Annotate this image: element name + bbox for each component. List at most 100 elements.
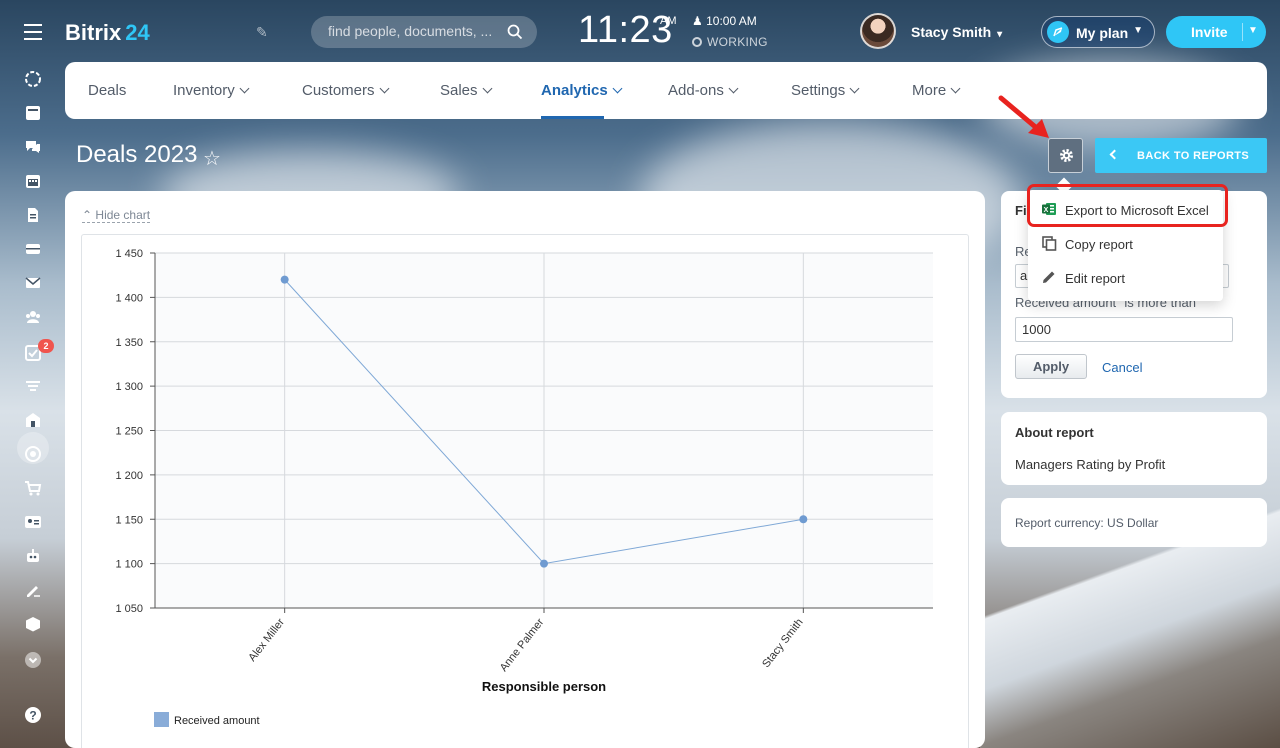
data-point xyxy=(540,559,548,568)
apply-button[interactable]: Apply xyxy=(1015,354,1087,379)
tab-deals[interactable]: Deals xyxy=(88,82,126,99)
robot-icon[interactable] xyxy=(22,545,44,567)
box-icon[interactable] xyxy=(22,613,44,635)
amount-filter-input[interactable] xyxy=(1015,317,1233,342)
work-status-label: WORKING xyxy=(707,35,768,49)
tab-analytics[interactable]: Analytics xyxy=(541,82,623,99)
chevron-down-icon xyxy=(728,83,739,94)
bell-icon: ♟ xyxy=(692,14,707,28)
alarm-label: 10:00 AM xyxy=(706,14,757,28)
user-name: Stacy Smith xyxy=(911,24,992,40)
search-input[interactable] xyxy=(328,23,498,39)
tab-add-ons[interactable]: Add-ons xyxy=(668,82,739,99)
more-chevron-icon[interactable] xyxy=(22,649,44,671)
clock-ampm: AM xyxy=(660,15,677,27)
tab-label: Settings xyxy=(791,82,846,99)
search-box[interactable] xyxy=(311,16,537,48)
tab-settings[interactable]: Settings xyxy=(791,82,860,99)
star-icon[interactable]: ☆ xyxy=(203,146,221,171)
hide-chart-label: Hide chart xyxy=(95,208,151,222)
back-to-reports-button[interactable]: BACK TO REPORTS xyxy=(1095,138,1267,173)
calendar-icon[interactable] xyxy=(22,170,44,192)
tab-customers[interactable]: Customers xyxy=(302,82,389,99)
x-tick-label: Alex Miller xyxy=(246,616,287,664)
copy-icon xyxy=(1042,236,1057,251)
contacts-icon[interactable] xyxy=(22,306,44,328)
menu-icon[interactable] xyxy=(24,24,42,40)
tab-more[interactable]: More xyxy=(912,82,961,99)
currency-card: Report currency: US Dollar xyxy=(1001,498,1267,547)
drive-icon[interactable] xyxy=(22,238,44,260)
crm-nav: Deals Inventory Customers Sales Analytic… xyxy=(65,62,1267,119)
tab-label: Inventory xyxy=(173,82,235,99)
cancel-link[interactable]: Cancel xyxy=(1102,360,1142,375)
cart-icon[interactable] xyxy=(22,477,44,499)
search-icon[interactable] xyxy=(507,24,523,40)
edit-icon[interactable]: ✎ xyxy=(256,24,270,40)
y-tick-label: 1 050 xyxy=(115,603,143,615)
x-tick-label: Stacy Smith xyxy=(760,616,806,670)
menu-item-edit-report[interactable]: Edit report xyxy=(1028,261,1223,293)
user-menu[interactable]: Stacy Smith ▾ xyxy=(911,24,1002,40)
chevron-down-icon: ▼ xyxy=(1133,25,1143,36)
clock-time[interactable]: 11:23 xyxy=(578,9,673,52)
news-icon[interactable] xyxy=(22,102,44,124)
y-tick-label: 1 450 xyxy=(115,248,143,260)
logo-number: 24 xyxy=(125,20,150,45)
invite-label: Invite xyxy=(1191,24,1228,40)
y-tick-label: 1 250 xyxy=(115,426,143,438)
tasks-badge: 2 xyxy=(38,339,54,353)
my-plan-label: My plan xyxy=(1076,25,1129,41)
hide-chart-link[interactable]: ⌃ Hide chart xyxy=(82,208,151,223)
divider xyxy=(1242,23,1243,41)
chat-icon[interactable] xyxy=(22,136,44,158)
menu-item-label: Edit report xyxy=(1065,271,1125,286)
chart-frame: 1 050 1 100 1 150 1 200 1 250 1 300 1 350 1 400… xyxy=(81,234,969,748)
crm-filter-icon[interactable] xyxy=(22,375,44,397)
legend-label: Received amount xyxy=(174,715,260,727)
rocket-icon xyxy=(1047,21,1069,43)
chevron-down-icon xyxy=(612,83,623,94)
settings-gear-button[interactable] xyxy=(1048,138,1083,173)
chevron-down-icon xyxy=(482,83,492,94)
filter-heading: Fi xyxy=(1015,203,1027,218)
document-icon[interactable] xyxy=(22,204,44,226)
chevron-down-icon[interactable]: ▼ xyxy=(1248,25,1258,36)
chevron-down-icon: ▾ xyxy=(997,29,1003,40)
my-plan-button[interactable]: My plan ▼ xyxy=(1041,16,1155,48)
tab-inventory[interactable]: Inventory xyxy=(173,82,250,99)
store-icon[interactable] xyxy=(22,409,44,431)
avatar[interactable] xyxy=(860,13,896,49)
target-icon[interactable] xyxy=(22,443,44,465)
work-status[interactable]: WORKING xyxy=(692,35,768,49)
pencil-icon xyxy=(1043,271,1055,283)
y-tick-label: 1 400 xyxy=(115,292,143,304)
tab-sales[interactable]: Sales xyxy=(440,82,492,99)
chart-panel: ⌃ Hide chart 1 050 1 100 1 150 1 200 1 250 1 … xyxy=(65,191,985,748)
sign-icon[interactable] xyxy=(22,579,44,601)
y-tick-label: 1 350 xyxy=(115,337,143,349)
mail-icon[interactable] xyxy=(22,272,44,294)
back-button-label: BACK TO REPORTS xyxy=(1137,150,1250,162)
svg-text:?: ? xyxy=(29,709,36,723)
data-point xyxy=(280,275,289,284)
alarm-time: ♟ 10:00 AM xyxy=(692,14,757,28)
active-tab-underline xyxy=(541,116,604,119)
menu-item-copy-report[interactable]: Copy report xyxy=(1028,227,1223,259)
feed-icon[interactable] xyxy=(22,68,44,90)
currency-text: Report currency: US Dollar xyxy=(1015,516,1159,530)
chevron-down-icon xyxy=(239,83,250,94)
about-description: Managers Rating by Profit xyxy=(1015,457,1166,472)
page-title: Deals 2023 xyxy=(76,141,198,168)
id-card-icon[interactable] xyxy=(22,511,44,533)
help-icon[interactable]: ? xyxy=(22,704,44,726)
gear-icon xyxy=(1060,149,1073,162)
menu-item-label: Copy report xyxy=(1065,237,1133,252)
x-axis-label: Responsible person xyxy=(482,679,606,694)
tab-label: Sales xyxy=(440,82,478,99)
invite-button[interactable]: Invite ▼ xyxy=(1166,16,1266,48)
legend-swatch xyxy=(154,712,169,727)
y-tick-label: 1 300 xyxy=(115,381,143,393)
left-sidebar: 2 ? xyxy=(0,62,64,748)
app-logo[interactable]: Bitrix 24 xyxy=(65,20,150,46)
